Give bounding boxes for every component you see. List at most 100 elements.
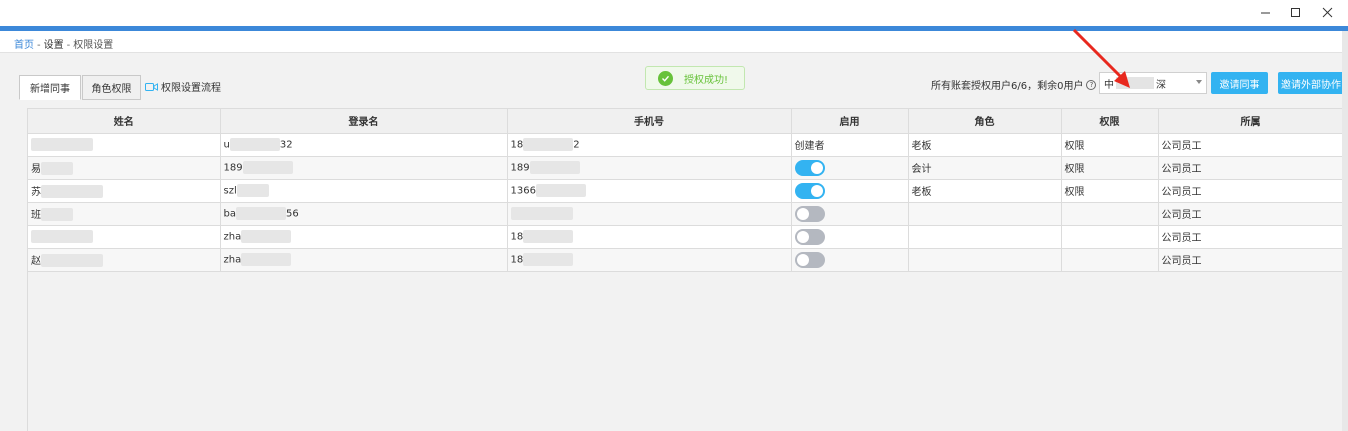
cell-phone [507, 202, 792, 226]
cell-name [28, 225, 221, 249]
cell-name: 班 [28, 202, 221, 226]
cell-phone: 189 [507, 156, 792, 180]
permission-flow-label: 权限设置流程 [161, 83, 221, 94]
cell-name: 易 [28, 156, 221, 180]
column-header-role[interactable]: 角色 [908, 109, 1062, 134]
user-table: 姓名 登录名 手机号 启用 角色 权限 所属 u 32 18 2 创建者 老板 权限… [27, 108, 1342, 431]
cell-login: u 32 [220, 133, 508, 157]
maximize-icon[interactable] [1286, 4, 1304, 20]
minimize-icon[interactable] [1256, 4, 1274, 20]
cell-permission[interactable]: 权限 [1061, 156, 1159, 180]
video-icon [145, 82, 158, 91]
table-row[interactable]: 苏 szl 1366 老板 权限 公司员工 [28, 179, 1342, 203]
cell-enabled [791, 202, 909, 226]
redacted-text [41, 208, 73, 222]
cell-permission[interactable]: 权限 [1061, 133, 1159, 157]
enabled-toggle[interactable] [794, 182, 825, 199]
cell-role [908, 225, 1062, 249]
table-row[interactable]: 班 ba 56 公司员工 [28, 202, 1342, 226]
breadcrumb-separator: - [37, 40, 41, 51]
cell-enabled [791, 225, 909, 249]
redacted-text [523, 138, 574, 151]
vertical-scrollbar[interactable] [1342, 31, 1348, 431]
cell-name: 苏 [28, 179, 221, 203]
invite-colleague-button[interactable]: 邀请同事 [1211, 72, 1268, 94]
cell-enabled-creator: 创建者 [791, 133, 909, 157]
cell-login: ba 56 [220, 202, 508, 226]
cell-phone: 18 [507, 225, 792, 249]
enabled-toggle[interactable] [794, 159, 825, 176]
redacted-text [41, 162, 73, 176]
cell-phone: 1366 [507, 179, 792, 203]
select-suffix: 深 [1156, 79, 1166, 91]
table-row[interactable]: u 32 18 2 创建者 老板 权限 公司员工 [28, 133, 1342, 157]
cell-permission[interactable] [1061, 248, 1159, 272]
breadcrumb-separator: - [66, 40, 71, 51]
cell-name: 赵 [28, 248, 221, 272]
cell-dept: 公司员工 [1158, 179, 1342, 203]
cell-role [908, 248, 1062, 272]
column-header-permission[interactable]: 权限 [1061, 109, 1159, 134]
cell-role: 会计 [908, 156, 1062, 180]
cell-dept: 公司员工 [1158, 225, 1342, 249]
cell-phone: 18 [507, 248, 792, 272]
breadcrumb-settings[interactable]: 设置 [44, 40, 64, 51]
breadcrumb: 首页 - 设置 - 权限设置 [0, 31, 1348, 53]
redacted-text [236, 184, 269, 197]
redacted-text [241, 253, 292, 266]
redacted-text [535, 184, 586, 197]
table-row[interactable]: 易 189 189 会计 权限 公司员工 [28, 156, 1342, 180]
cell-name [28, 133, 221, 157]
success-toast: 授权成功! [645, 66, 745, 90]
cell-enabled [791, 248, 909, 272]
column-header-name[interactable]: 姓名 [28, 109, 221, 134]
cell-permission[interactable] [1061, 225, 1159, 249]
column-header-dept[interactable]: 所属 [1158, 109, 1342, 134]
window-titlebar [0, 0, 1348, 26]
check-circle-icon [658, 70, 673, 86]
redacted-text [529, 161, 580, 174]
cell-role: 老板 [908, 179, 1062, 203]
quota-text: 所有账套授权用户6/6，剩余0用户 [931, 81, 1084, 92]
cell-login: 189 [220, 156, 508, 180]
redacted-text [41, 185, 103, 199]
cell-role: 老板 [908, 133, 1062, 157]
enabled-toggle[interactable] [794, 205, 825, 222]
cell-login: zha [220, 248, 508, 272]
cell-permission[interactable] [1061, 202, 1159, 226]
redacted-text [41, 254, 103, 268]
invite-external-button[interactable]: 邀请外部协作 [1278, 72, 1344, 94]
cell-role [908, 202, 1062, 226]
cell-permission[interactable]: 权限 [1061, 179, 1159, 203]
redacted-text [242, 161, 293, 174]
chevron-down-icon [1196, 80, 1202, 84]
cell-enabled [791, 156, 909, 180]
cell-login: zha [220, 225, 508, 249]
tab-add-colleague[interactable]: 新增同事 [19, 75, 81, 100]
redacted-text [510, 207, 573, 220]
cell-phone: 18 2 [507, 133, 792, 157]
red-arrow-annotation [1072, 28, 1130, 88]
table-header-row: 姓名 登录名 手机号 启用 角色 权限 所属 [28, 109, 1342, 134]
column-header-phone[interactable]: 手机号 [507, 109, 792, 134]
breadcrumb-home[interactable]: 首页 [14, 40, 34, 51]
cell-dept: 公司员工 [1158, 248, 1342, 272]
redacted-text [31, 230, 93, 243]
redacted-text [523, 230, 574, 243]
redacted-text [523, 253, 574, 266]
table-row[interactable]: zha 18 公司员工 [28, 225, 1342, 249]
permission-flow-link[interactable]: 权限设置流程 [145, 79, 221, 94]
column-header-enabled[interactable]: 启用 [791, 109, 909, 134]
cell-dept: 公司员工 [1158, 202, 1342, 226]
tab-role-permissions[interactable]: 角色权限 [82, 75, 141, 100]
table-row[interactable]: 赵 zha 18 公司员工 [28, 248, 1342, 272]
redacted-text [229, 138, 280, 151]
close-icon[interactable] [1318, 4, 1336, 20]
enabled-toggle[interactable] [794, 228, 825, 245]
redacted-text [241, 230, 292, 243]
cell-dept: 公司员工 [1158, 156, 1342, 180]
cell-login: szl [220, 179, 508, 203]
redacted-text [235, 207, 286, 220]
column-header-login[interactable]: 登录名 [220, 109, 508, 134]
enabled-toggle[interactable] [794, 251, 825, 268]
